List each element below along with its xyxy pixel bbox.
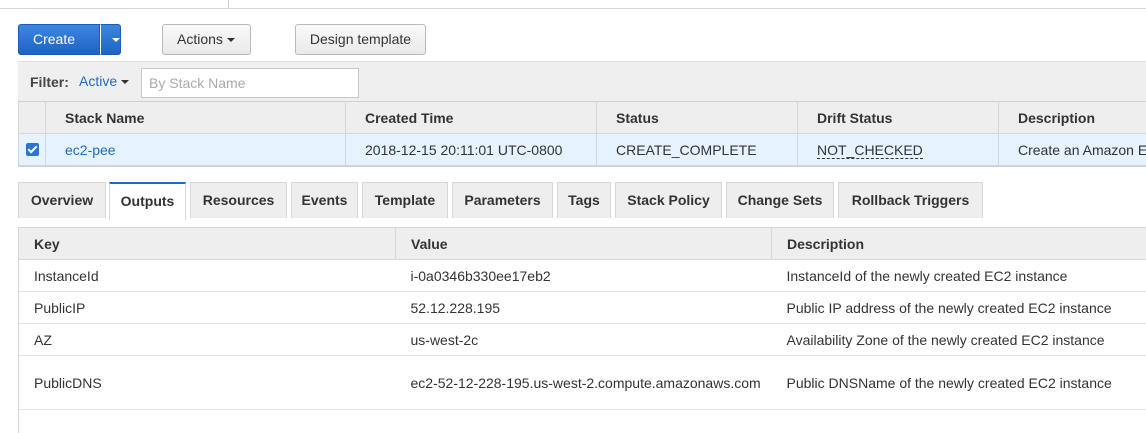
stack-row[interactable]: ec2-pee 2018-12-15 20:11:01 UTC-0800 CRE… <box>18 133 1146 166</box>
caret-down-icon <box>121 80 130 84</box>
tab-change-sets[interactable]: Change Sets <box>726 182 834 218</box>
output-row: PublicDNS ec2-52-12-228-195.us-west-2.co… <box>18 355 1146 410</box>
filter-bar: Filter: Active <box>18 61 1146 101</box>
top-strip-divider <box>228 0 229 9</box>
tab-template[interactable]: Template <box>362 182 448 218</box>
stack-name-search-input[interactable] <box>141 68 359 98</box>
output-value: i-0a0346b330ee17eb2 <box>395 259 772 292</box>
output-key: PublicDNS <box>18 355 396 410</box>
stack-name-link[interactable]: ec2-pee <box>65 142 116 158</box>
output-value: 52.12.228.195 <box>395 291 772 324</box>
output-value: ec2-52-12-228-195.us-west-2.compute.amaz… <box>395 355 772 410</box>
output-key: PublicIP <box>18 291 396 324</box>
tab-overview[interactable]: Overview <box>18 182 106 218</box>
column-header-key[interactable]: Key <box>18 227 396 260</box>
tab-events[interactable]: Events <box>291 182 358 218</box>
output-key: AZ <box>18 323 396 356</box>
output-key: InstanceId <box>18 259 396 292</box>
output-description: InstanceId of the newly created EC2 inst… <box>771 259 1146 292</box>
output-row: PublicIP 52.12.228.195 Public IP address… <box>18 291 1146 324</box>
column-header-description[interactable]: Description <box>998 101 1146 134</box>
tab-parameters[interactable]: Parameters <box>452 182 553 218</box>
pane-divider[interactable] <box>18 166 1146 167</box>
tab-tags[interactable]: Tags <box>557 182 611 218</box>
column-header-output-description[interactable]: Description <box>771 227 1146 260</box>
filter-label: Filter: <box>30 74 69 90</box>
stack-select-checkbox[interactable] <box>25 143 39 156</box>
filter-status-label: Active <box>79 73 118 89</box>
tab-rollback-triggers[interactable]: Rollback Triggers <box>838 182 983 218</box>
output-description: Public DNSName of the newly created EC2 … <box>771 355 1146 410</box>
column-header-status[interactable]: Status <box>596 101 798 134</box>
description-cell: Create an Amazon E <box>998 133 1146 166</box>
caret-down-icon <box>112 38 121 42</box>
stacks-table: Stack Name Created Time Status Drift Sta… <box>18 101 1146 166</box>
output-description: Public IP address of the newly created E… <box>771 291 1146 324</box>
design-template-button[interactable]: Design template <box>295 24 426 55</box>
actions-button-label: Actions <box>177 31 223 47</box>
create-stack-split-button: Create Stack <box>18 24 122 76</box>
column-header-stack-name[interactable]: Stack Name <box>45 101 346 134</box>
outputs-table: Key Value Description InstanceId i-0a034… <box>18 227 1146 410</box>
outputs-panel-edge <box>18 408 19 433</box>
actions-button[interactable]: Actions <box>162 24 251 55</box>
top-strip <box>0 0 1146 9</box>
column-header-value[interactable]: Value <box>395 227 772 260</box>
output-row: InstanceId i-0a0346b330ee17eb2 InstanceI… <box>18 259 1146 292</box>
stack-name-cell: ec2-pee <box>45 133 346 166</box>
tab-resources[interactable]: Resources <box>190 182 287 218</box>
output-row: AZ us-west-2c Availability Zone of the n… <box>18 323 1146 356</box>
filter-status-dropdown[interactable]: Active <box>79 73 130 89</box>
output-description: Availability Zone of the newly created E… <box>771 323 1146 356</box>
drift-status-value[interactable]: NOT_CHECKED <box>817 141 923 159</box>
created-time-cell: 2018-12-15 20:11:01 UTC-0800 <box>345 133 597 166</box>
column-header-created-time[interactable]: Created Time <box>345 101 597 134</box>
caret-down-icon <box>226 38 235 42</box>
status-cell: CREATE_COMPLETE <box>596 133 798 166</box>
drift-status-cell: NOT_CHECKED <box>797 133 999 166</box>
create-stack-dropdown-button[interactable] <box>100 24 122 55</box>
output-value: us-west-2c <box>395 323 772 356</box>
create-stack-button[interactable]: Create Stack <box>18 24 101 76</box>
tab-stack-policy[interactable]: Stack Policy <box>615 182 722 218</box>
outputs-header-row: Key Value Description <box>18 227 1146 260</box>
column-header-drift-status[interactable]: Drift Status <box>797 101 999 134</box>
select-column-header <box>18 101 46 134</box>
stacks-header-row: Stack Name Created Time Status Drift Sta… <box>18 101 1146 134</box>
stack-row-checkbox-cell <box>18 133 46 166</box>
tab-outputs[interactable]: Outputs <box>109 182 186 220</box>
